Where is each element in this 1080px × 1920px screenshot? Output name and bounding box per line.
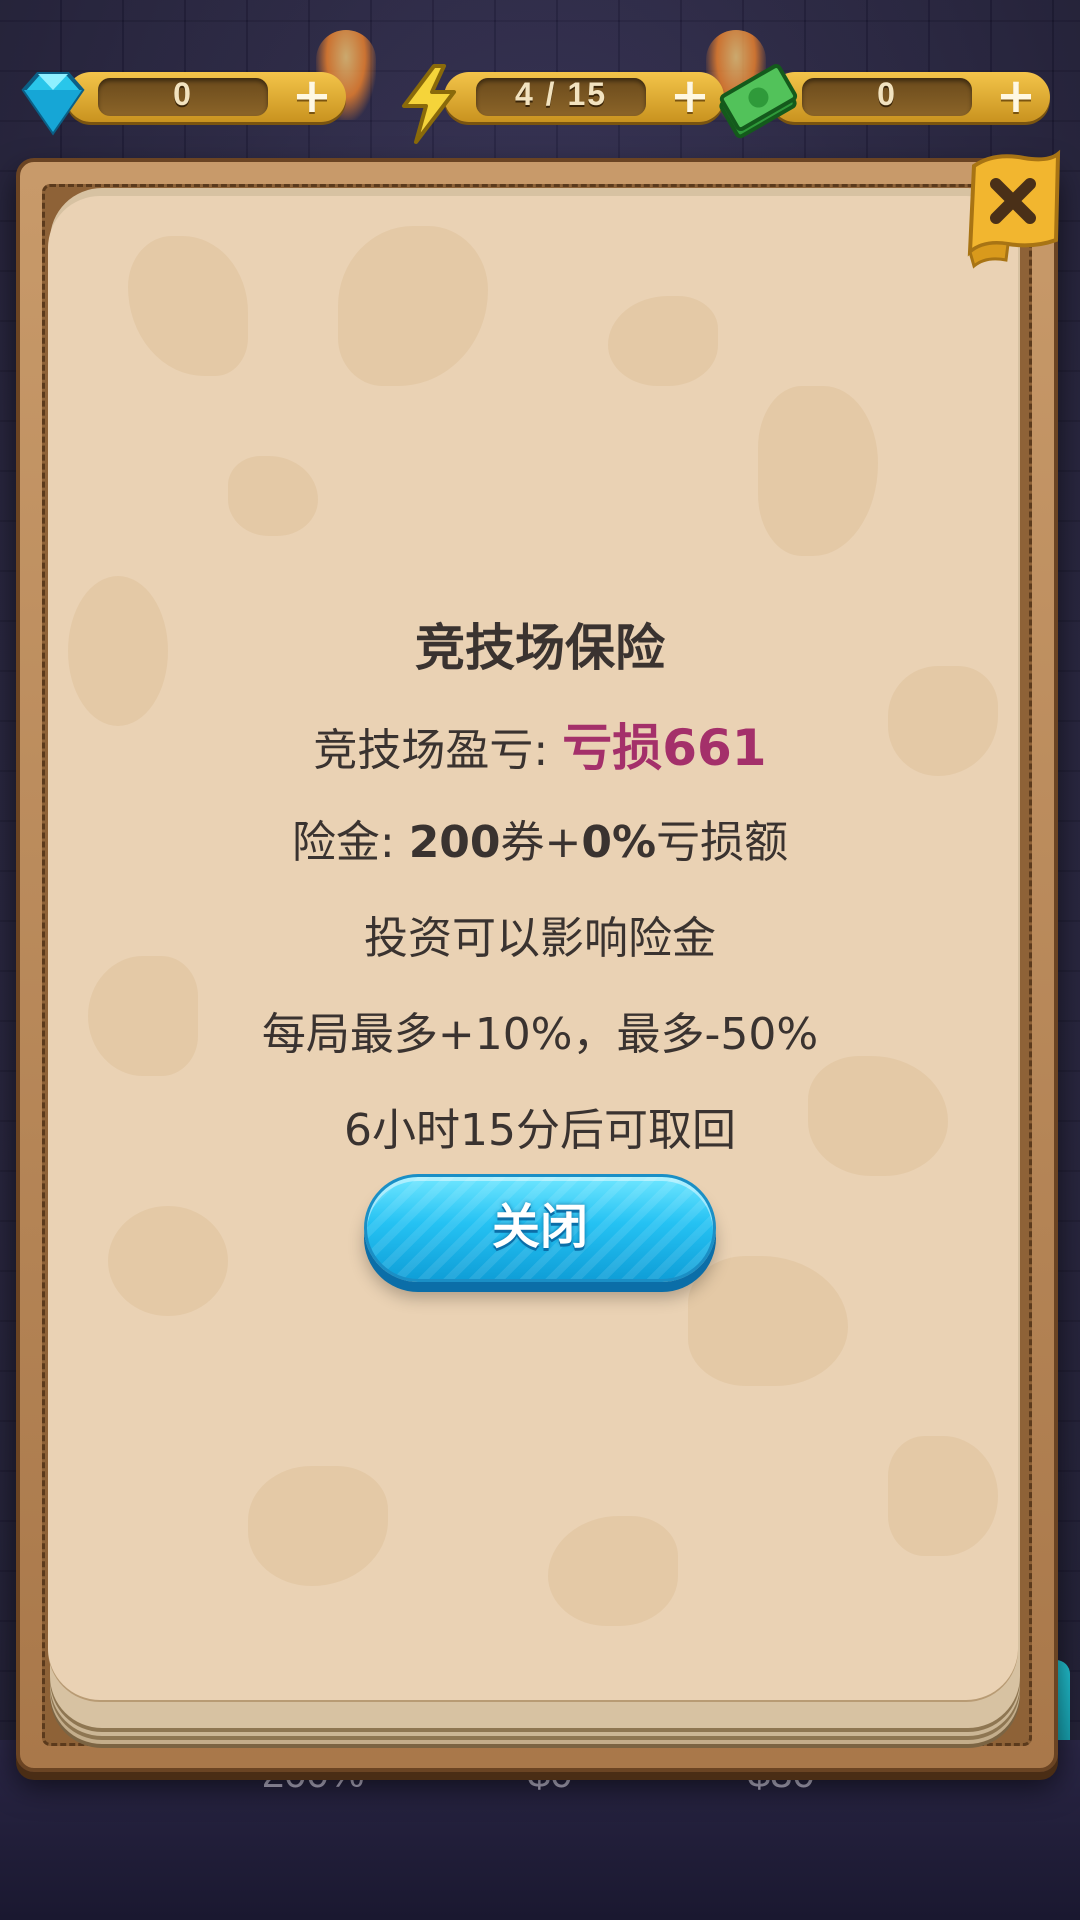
add-gems-button[interactable]: + — [290, 72, 334, 120]
hud-cash: 0 + — [714, 60, 1054, 139]
close-button-label: 关闭 — [491, 1199, 588, 1255]
hud-energy: 4 / 15 + — [388, 60, 728, 144]
hud-cash-bar: 0 + — [770, 72, 1050, 122]
diamond-icon — [21, 72, 85, 136]
premium-line: 险金: 200券+0%亏损额 — [0, 806, 1080, 870]
arena-profit-label: 竞技场盈亏: — [313, 725, 563, 776]
premium-unit: 券+ — [500, 817, 582, 868]
hud-gems: 0 + — [10, 60, 350, 136]
premium-suffix: 亏损额 — [656, 817, 789, 868]
premium-amount: 200 — [408, 817, 501, 868]
add-cash-button[interactable]: + — [994, 72, 1038, 120]
lightning-icon — [402, 64, 456, 144]
close-button[interactable]: 关闭 — [364, 1174, 716, 1282]
invest-info: 投资可以影响险金 — [364, 913, 716, 964]
limit-info: 每局最多+10%，最多-50% — [261, 1009, 819, 1060]
hud-gems-bar: 0 + — [66, 72, 346, 122]
add-energy-button[interactable]: + — [668, 72, 712, 120]
premium-percent: 0% — [581, 817, 657, 868]
cash-icon — [719, 64, 798, 139]
energy-value: 4 / 15 — [514, 76, 608, 112]
gems-value: 0 — [173, 76, 193, 112]
modal-title: 竞技场保险 — [415, 619, 665, 677]
close-x-button[interactable] — [964, 148, 1064, 278]
retrieve-time-info: 6小时15分后可取回 — [344, 1105, 736, 1156]
premium-label: 险金: — [291, 817, 409, 868]
close-x-icon — [967, 149, 1061, 269]
hud-energy-bar: 4 / 15 + — [444, 72, 724, 122]
arena-profit-line: 竞技场盈亏: 亏损661 — [0, 708, 1080, 780]
arena-loss-value: 亏损661 — [562, 719, 767, 777]
cash-value: 0 — [877, 76, 897, 112]
